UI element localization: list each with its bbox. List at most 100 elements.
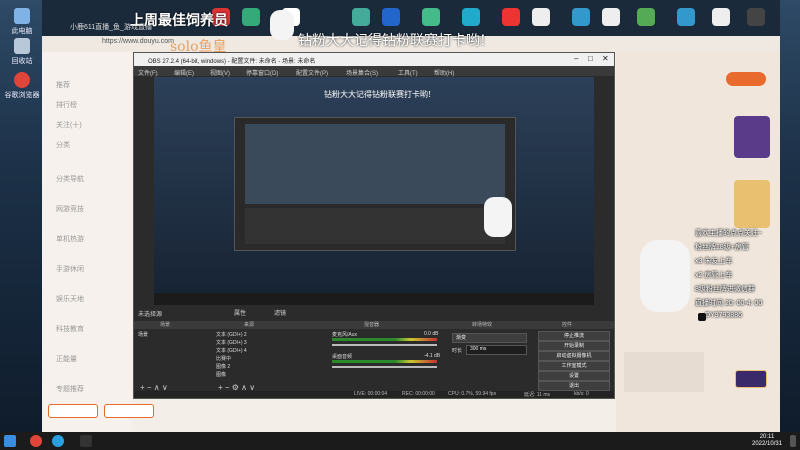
- volume-fader[interactable]: [332, 344, 437, 346]
- taskbar-edge-icon[interactable]: [52, 435, 64, 447]
- overlay-line: x3 朱友上车: [695, 258, 733, 265]
- live-status: LIVE: 00:00:04: [354, 391, 388, 397]
- desktop-icon-label: 此电脑: [11, 28, 33, 35]
- menu-scene-collection[interactable]: 场景集合(S): [346, 68, 378, 77]
- overlay-header: 喜欢主播的点点关注~: [695, 230, 763, 237]
- close-icon[interactable]: ✕: [602, 54, 609, 63]
- desktop-icon-label: 回收站: [11, 58, 33, 65]
- desktop-icon-recycle-bin[interactable]: 回收站: [4, 38, 40, 66]
- menu-help[interactable]: 帮助(H): [434, 68, 454, 77]
- sidebar-item[interactable]: 分类: [56, 140, 70, 150]
- sidebar-item[interactable]: 分类导航: [56, 174, 84, 184]
- sidebar-item[interactable]: 科技教育: [56, 324, 84, 334]
- menu-profile[interactable]: 配置文件(P): [296, 68, 328, 77]
- obs-titlebar[interactable]: OBS 27.2.4 (64-bit, windows) - 配置文件: 未命名…: [134, 53, 614, 66]
- sidebar-item[interactable]: 娱乐天地: [56, 294, 84, 304]
- event-banner[interactable]: [734, 180, 770, 228]
- sidebar-item[interactable]: 单机热游: [56, 234, 84, 244]
- tab-icon[interactable]: [532, 8, 550, 26]
- nested-preview: [245, 124, 505, 204]
- obs-dock-area: 未选择源 属性 滤镜 场景 场景 来源 文本 (GDI+) 2 文本 (GDI+…: [134, 307, 614, 398]
- tab-icon[interactable]: [572, 8, 590, 26]
- source-item[interactable]: 图像 2: [216, 363, 230, 370]
- mixer-channel-db: -4.1 dB: [424, 353, 441, 359]
- transition-select[interactable]: 渐变: [452, 333, 527, 343]
- exit-button[interactable]: 退出: [538, 381, 610, 391]
- volume-fader[interactable]: [332, 366, 437, 368]
- menu-docks[interactable]: 停靠窗口(D): [246, 68, 278, 77]
- tab-icon[interactable]: [382, 8, 400, 26]
- desktop-icon-chrome[interactable]: 谷歌浏览器: [4, 72, 40, 100]
- taskbar-chrome-icon[interactable]: [30, 435, 42, 447]
- tab-icon[interactable]: [502, 8, 520, 26]
- tab-icon[interactable]: [747, 8, 765, 26]
- scene-item[interactable]: 场景: [138, 331, 148, 338]
- stop-streaming-button[interactable]: 停止推流: [538, 331, 610, 341]
- rank-badge[interactable]: [734, 116, 770, 158]
- tab-icon[interactable]: [242, 8, 260, 26]
- overlay-line: 8级粉丝牌进微信群: [695, 286, 755, 293]
- studio-mode-button[interactable]: 工作室模式: [538, 361, 610, 371]
- taskbar-obs-icon[interactable]: [80, 435, 92, 447]
- transitions-dock-header: 转场特效: [448, 321, 534, 329]
- sidebar-download-button[interactable]: [104, 404, 154, 418]
- settings-button[interactable]: 设置: [538, 371, 610, 381]
- sidebar-item[interactable]: 关注(十): [56, 120, 82, 130]
- tab-icon[interactable]: [352, 8, 370, 26]
- tiktok-icon: [698, 313, 706, 321]
- mixer-dock-header: 混音器: [330, 321, 448, 329]
- source-item[interactable]: 文本 (GDI+) 2: [216, 331, 247, 338]
- sidebar-item[interactable]: 手游休闲: [56, 264, 84, 274]
- site-sidebar: 推荐 排行榜 关注(十) 分类 分类导航 网游竞技 单机热游 手游休闲 娱乐天地…: [42, 52, 132, 432]
- tab-icon[interactable]: [677, 8, 695, 26]
- system-clock[interactable]: 20:11 2022/10/31: [752, 434, 782, 448]
- computer-icon: [14, 8, 30, 24]
- tab-icon[interactable]: [712, 8, 730, 26]
- menu-tools[interactable]: 工具(T): [398, 68, 418, 77]
- chat-area: [624, 352, 704, 392]
- properties-button[interactable]: 属性: [234, 308, 246, 317]
- windows-start-icon[interactable]: [4, 435, 16, 447]
- menu-file[interactable]: 文件(F): [138, 68, 158, 77]
- tab-icon[interactable]: [422, 8, 440, 26]
- duration-input[interactable]: 300 ms: [466, 345, 527, 355]
- sidebar-item[interactable]: 网游竞技: [56, 204, 84, 214]
- source-item[interactable]: 文本 (GDI+) 3: [216, 339, 247, 346]
- menu-view[interactable]: 视图(V): [210, 68, 230, 77]
- sidebar-login-button[interactable]: [48, 404, 98, 418]
- virtual-camera-button[interactable]: 启动虚拟摄像机: [538, 351, 610, 361]
- douyin-id: DY9793886: [705, 312, 742, 319]
- source-item[interactable]: 文本 (GDI+) 4: [216, 347, 247, 354]
- pc-client-button[interactable]: [726, 72, 766, 86]
- tab-icon[interactable]: [462, 8, 480, 26]
- url-text[interactable]: https://www.douyu.com: [102, 38, 174, 45]
- sidebar-item[interactable]: 推荐: [56, 80, 70, 90]
- menu-edit[interactable]: 编辑(E): [174, 68, 194, 77]
- delay-status: 延迟: 11 ms: [524, 392, 551, 398]
- source-item[interactable]: 图像: [216, 371, 226, 378]
- minimize-icon[interactable]: –: [574, 54, 578, 63]
- banner-best-keeper: 上周最佳饲养员: [130, 12, 228, 28]
- source-item[interactable]: 比赛中: [216, 355, 231, 362]
- obs-preview[interactable]: 钻粉大大记得钻粉联赛打卡哟!: [154, 77, 594, 305]
- clock-time: 20:11: [759, 434, 775, 440]
- sidebar-item[interactable]: 专题推荐: [56, 384, 84, 394]
- show-desktop-button[interactable]: [790, 435, 796, 447]
- obs-window: OBS 27.2.4 (64-bit, windows) - 配置文件: 未命名…: [133, 52, 615, 399]
- no-source-label: 未选择源: [138, 312, 163, 318]
- chrome-icon: [14, 72, 30, 88]
- preview-mascot-image: [484, 197, 512, 237]
- controls-dock-header: 控件: [534, 321, 614, 329]
- obs-title-text: OBS 27.2.4 (64-bit, windows) - 配置文件: 未命名…: [148, 59, 316, 65]
- filters-button[interactable]: 滤镜: [274, 308, 286, 317]
- rec-status: REC: 00:00:00: [402, 391, 435, 397]
- mascot-cat-image: [270, 10, 294, 40]
- desktop-icon-this-pc[interactable]: 此电脑: [4, 8, 40, 36]
- start-recording-button[interactable]: 开始录制: [538, 341, 610, 351]
- tab-icon[interactable]: [637, 8, 655, 26]
- sidebar-item[interactable]: 排行榜: [56, 100, 77, 110]
- maximize-icon[interactable]: □: [588, 54, 593, 63]
- sidebar-item[interactable]: 正能量: [56, 354, 77, 364]
- event-badge-icon: [735, 370, 767, 388]
- tab-icon[interactable]: [602, 8, 620, 26]
